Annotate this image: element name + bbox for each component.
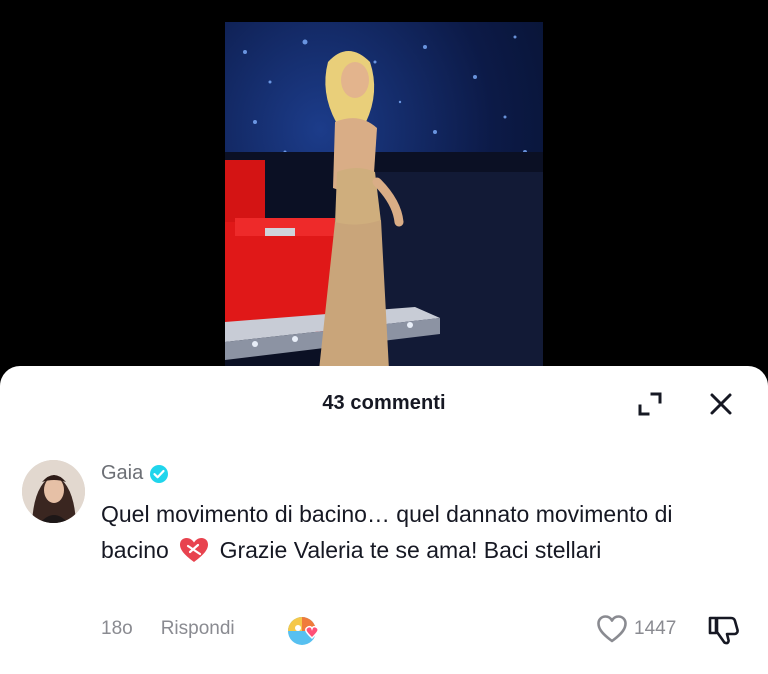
- close-button[interactable]: [705, 388, 737, 420]
- mending-heart-emoji: [180, 538, 209, 562]
- comment-meta: 18o Rispondi: [101, 618, 235, 640]
- video-background: [0, 0, 768, 380]
- comment-author[interactable]: Gaia: [101, 462, 169, 485]
- thumbs-down-icon: [708, 616, 739, 645]
- comment-text: Quel movimento di bacino… quel dannato m…: [101, 496, 741, 568]
- gif-sticker-button[interactable]: [286, 614, 322, 648]
- comment-time: 18o: [101, 618, 133, 639]
- video-player[interactable]: [225, 22, 543, 380]
- dislike-button[interactable]: [707, 614, 741, 646]
- like-count: 1447: [634, 618, 677, 639]
- heart-outline-icon: [597, 615, 627, 643]
- close-icon: [710, 393, 732, 415]
- gif-sticker-icon: [288, 617, 319, 645]
- comments-panel: 43 commenti Gaia Quel movimento di bacin…: [0, 366, 768, 674]
- video-still-image: [225, 35, 543, 380]
- expand-button[interactable]: [634, 388, 666, 420]
- comment-text-part2: Grazie Valeria te se ama! Baci stellari: [219, 537, 602, 563]
- reply-button[interactable]: Rispondi: [161, 618, 235, 640]
- author-name: Gaia: [101, 462, 144, 484]
- avatar[interactable]: [22, 460, 85, 523]
- verified-badge-icon: [150, 464, 169, 483]
- avatar-image: [22, 460, 85, 523]
- expand-icon: [638, 392, 662, 416]
- like-button[interactable]: 1447: [596, 614, 676, 644]
